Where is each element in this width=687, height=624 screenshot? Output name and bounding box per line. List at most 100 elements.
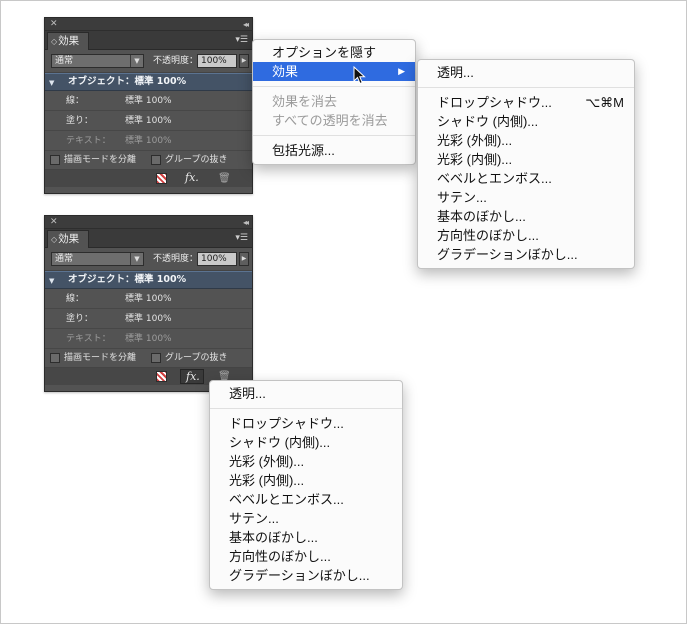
menu-item[interactable]: 方向性のぼかし... (418, 226, 634, 245)
menu-item[interactable]: 効果 ▶ (253, 62, 415, 81)
object-row[interactable]: ▼ オブジェクト：標準 100% (45, 271, 252, 289)
object-row-label: オブジェクト：標準 100% (68, 76, 187, 87)
panel-controls: 通常 ▼ 不透明度： 100% ▶ (45, 50, 252, 73)
menu-item-label: グラデーションぼかし... (229, 568, 370, 583)
panel-titlebar: ✕ ◂◂ (45, 216, 252, 229)
double-chevron-icon[interactable]: ◂◂ (243, 18, 249, 31)
isolate-blending-checkbox[interactable] (50, 353, 60, 363)
menu-item[interactable]: 光彩 (外側)... (210, 452, 402, 471)
menu-item[interactable]: グラデーションぼかし... (210, 566, 402, 585)
opacity-label: 不透明度： (153, 254, 199, 264)
menu-item-label: ドロップシャドウ... (437, 95, 552, 110)
menu-item[interactable]: ベベルとエンボス... (210, 490, 402, 509)
opacity-slider-arrow-icon[interactable]: ▶ (239, 252, 249, 266)
row-value: 標準 100% (125, 294, 172, 304)
knockout-group-label: グループの抜き (165, 155, 228, 165)
fill-row[interactable]: 塗り： 標準 100% (45, 309, 252, 329)
menu-item-label: グラデーションぼかし... (437, 247, 578, 262)
menu-item-label: ドロップシャドウ... (229, 416, 344, 431)
menu-item-shortcut: ⌥⌘M (585, 95, 624, 110)
tab-effects[interactable]: ◇効果 (47, 32, 89, 50)
panel-bottom-bar: fx. 🗑 (45, 170, 252, 187)
double-chevron-icon[interactable]: ◂◂ (243, 216, 249, 229)
menu-item[interactable]: シャドウ (内側)... (210, 433, 402, 452)
blend-mode-select[interactable]: 通常 ▼ (51, 54, 144, 68)
menu-item[interactable]: ベベルとエンボス... (418, 169, 634, 188)
menu-item-label: 基本のぼかし... (437, 209, 526, 224)
menu-item[interactable]: 基本のぼかし... (210, 528, 402, 547)
blend-mode-select[interactable]: 通常 ▼ (51, 252, 144, 266)
updown-icon: ◇ (51, 37, 58, 46)
row-label: 線： (66, 294, 85, 304)
panel-tab-row: ◇効果 ▾☰ (45, 31, 252, 50)
text-row[interactable]: テキスト： 標準 100% (45, 329, 252, 349)
menu-item[interactable]: 包括光源... (253, 141, 415, 160)
menu-item[interactable]: グラデーションぼかし... (418, 245, 634, 264)
clear-effects-icon[interactable] (156, 173, 167, 184)
row-value: 標準 100% (125, 314, 172, 324)
menu-item[interactable]: シャドウ (内側)... (418, 112, 634, 131)
menu-item-label: ベベルとエンボス... (437, 171, 552, 186)
menu-item[interactable]: オプションを隠す (253, 43, 415, 62)
close-icon[interactable]: ✕ (50, 216, 58, 229)
fx-button[interactable]: fx. (180, 369, 204, 384)
updown-icon: ◇ (51, 235, 58, 244)
isolate-blending-label: 描画モードを分離 (64, 155, 137, 165)
menu-item-label: 効果 (272, 64, 299, 79)
opacity-label: 不透明度： (153, 56, 199, 66)
menu-item[interactable]: ドロップシャドウ... ⌥⌘M (418, 93, 634, 112)
menu-item-label: 光彩 (外側)... (229, 454, 305, 469)
clear-effects-icon[interactable] (156, 371, 167, 382)
menu-item[interactable]: 基本のぼかし... (418, 207, 634, 226)
menu-item[interactable]: 光彩 (外側)... (418, 131, 634, 150)
menu-item-label: 包括光源... (272, 143, 335, 158)
close-icon[interactable]: ✕ (50, 18, 58, 31)
menu-item-label: 効果を消去 (272, 94, 338, 109)
menu-item[interactable]: ドロップシャドウ... (210, 414, 402, 433)
checkbox-row: 描画モードを分離 グループの抜き (45, 349, 252, 368)
menu-item[interactable]: 光彩 (内側)... (210, 471, 402, 490)
menu-item-label: 方向性のぼかし... (437, 228, 539, 243)
menu-item[interactable]: 透明... (418, 63, 634, 82)
object-row-label: オブジェクト：標準 100% (68, 274, 187, 285)
knockout-group-checkbox[interactable] (151, 155, 161, 165)
menu-item[interactable]: 透明... (210, 384, 402, 403)
checkbox-row: 描画モードを分離 グループの抜き (45, 151, 252, 170)
opacity-slider-arrow-icon[interactable]: ▶ (239, 54, 249, 68)
menu-item[interactable]: サテン... (418, 188, 634, 207)
fx-button[interactable]: fx. (185, 170, 199, 186)
disclosure-triangle-icon[interactable]: ▼ (49, 275, 54, 287)
menu-separator (253, 81, 415, 92)
panel-titlebar: ✕ ◂◂ (45, 18, 252, 31)
trash-icon[interactable]: 🗑 (218, 172, 231, 185)
isolate-blending-checkbox[interactable] (50, 155, 60, 165)
menu-item-label: シャドウ (内側)... (229, 435, 331, 450)
stroke-row[interactable]: 線： 標準 100% (45, 91, 252, 111)
disclosure-triangle-icon[interactable]: ▼ (49, 77, 54, 89)
panel-menu-icon[interactable]: ▾☰ (235, 233, 248, 243)
tab-effects[interactable]: ◇効果 (47, 230, 89, 248)
menu-item-label: 光彩 (内側)... (437, 152, 513, 167)
fill-row[interactable]: 塗り： 標準 100% (45, 111, 252, 131)
menu-item-label: シャドウ (内側)... (437, 114, 539, 129)
row-label: 線： (66, 96, 85, 106)
menu-item[interactable]: サテン... (210, 509, 402, 528)
knockout-group-checkbox[interactable] (151, 353, 161, 363)
row-value: 標準 100% (125, 136, 172, 146)
menu-item-label: 光彩 (外側)... (437, 133, 513, 148)
isolate-blending-label: 描画モードを分離 (64, 353, 137, 363)
panel-menu-icon[interactable]: ▾☰ (235, 35, 248, 45)
object-row[interactable]: ▼ オブジェクト：標準 100% (45, 73, 252, 91)
panel-controls: 通常 ▼ 不透明度： 100% ▶ (45, 248, 252, 271)
blend-mode-value: 通常 (55, 56, 74, 66)
menu-separator (418, 82, 634, 93)
menu-item[interactable]: 光彩 (内側)... (418, 150, 634, 169)
stroke-row[interactable]: 線： 標準 100% (45, 289, 252, 309)
text-row[interactable]: テキスト： 標準 100% (45, 131, 252, 151)
opacity-input[interactable]: 100% (197, 54, 237, 68)
row-label: 塗り： (66, 314, 94, 324)
row-label: 塗り： (66, 116, 94, 126)
menu-item[interactable]: 方向性のぼかし... (210, 547, 402, 566)
opacity-input[interactable]: 100% (197, 252, 237, 266)
menu-item-label: ベベルとエンボス... (229, 492, 344, 507)
